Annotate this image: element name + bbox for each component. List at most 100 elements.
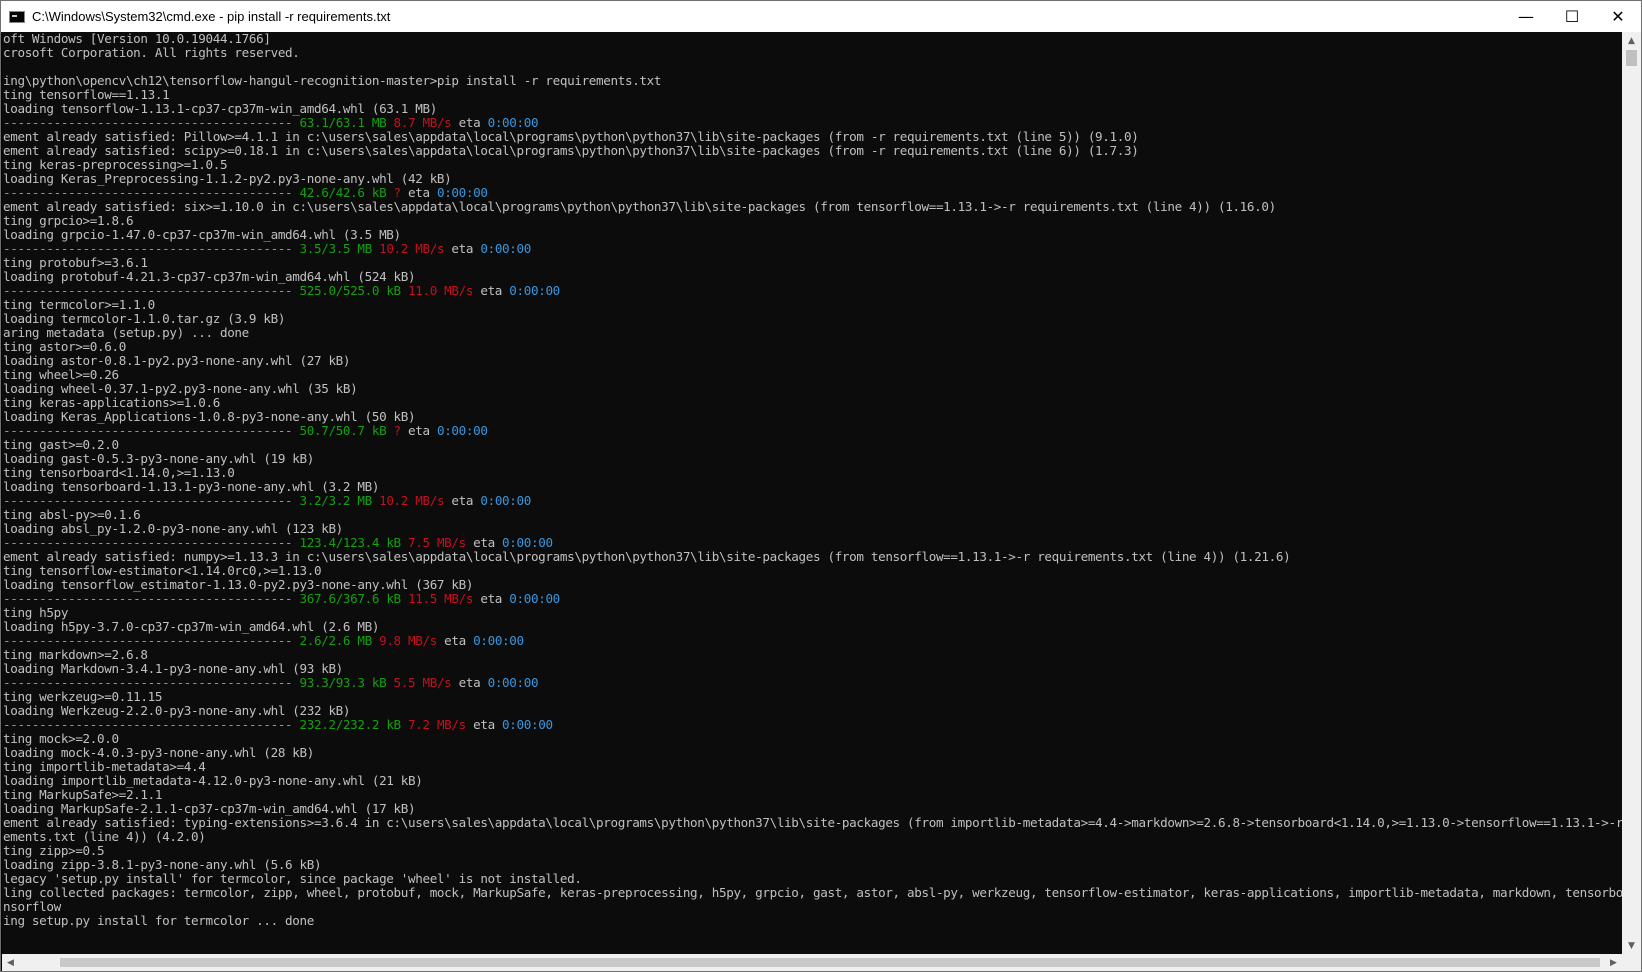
console-line: ting absl-py>=0.1.6: [2, 508, 1622, 522]
console-text: ement already satisfied: six>=1.10.0 in …: [3, 199, 1276, 214]
console-line: ement already satisfied: six>=1.10.0 in …: [2, 200, 1622, 214]
console-text: eta: [444, 241, 481, 256]
console-line: ting astor>=0.6.0: [2, 340, 1622, 354]
console-line: aring metadata (setup.py) ... done: [2, 326, 1622, 340]
console-line: ting zipp>=0.5: [2, 844, 1622, 858]
console-text: aring metadata (setup.py) ... done: [3, 325, 249, 340]
console-text: ting wheel>=0.26: [3, 367, 119, 382]
scroll-right-arrow-icon[interactable]: ▶: [1605, 954, 1622, 971]
console-text: ting grpcio>=1.8.6: [3, 213, 134, 228]
progress-bar: ----------------------------------------: [3, 591, 293, 606]
cmd-window: C:\Windows\System32\cmd.exe - pip instal…: [0, 0, 1642, 972]
console-text: loading absl_py-1.2.0-py3-none-any.whl (…: [3, 521, 343, 536]
console-line: ement already satisfied: numpy>=1.13.3 i…: [2, 550, 1622, 564]
window-title: C:\Windows\System32\cmd.exe - pip instal…: [32, 9, 391, 24]
console-line: ting wheel>=0.26: [2, 368, 1622, 382]
console-text: loading astor-0.8.1-py2.py3-none-any.whl…: [3, 353, 351, 368]
progress-bar: ----------------------------------------: [3, 283, 293, 298]
console-line: ting keras-preprocessing>=1.0.5: [2, 158, 1622, 172]
scrollbar-corner: [1622, 954, 1641, 971]
console-text: loading tensorboard-1.13.1-py3-none-any.…: [3, 479, 380, 494]
horizontal-scroll-thumb[interactable]: [60, 958, 1600, 967]
title-bar[interactable]: C:\Windows\System32\cmd.exe - pip instal…: [1, 1, 1641, 32]
console-text: ement already satisfied: typing-extensio…: [3, 815, 1622, 830]
console-text: ting absl-py>=0.1.6: [3, 507, 141, 522]
console-line: loading termcolor-1.1.0.tar.gz (3.9 kB): [2, 312, 1622, 326]
console-line: ting protobuf>=3.6.1: [2, 256, 1622, 270]
console-line: ement already satisfied: Pillow>=4.1.1 i…: [2, 130, 1622, 144]
scroll-up-arrow-icon[interactable]: ▲: [1622, 32, 1641, 49]
console-text: eta: [451, 675, 488, 690]
console-text: 0:00:00: [487, 115, 539, 130]
console-line: ----------------------------------------…: [2, 116, 1622, 130]
console-text: loading wheel-0.37.1-py2.py3-none-any.wh…: [3, 381, 358, 396]
vertical-scrollbar[interactable]: ▲ ▼: [1622, 32, 1641, 954]
console-text: ing\python\opencv\ch12\tensorflow-hangul…: [3, 73, 662, 88]
console-line: loading h5py-3.7.0-cp37-cp37m-win_amd64.…: [2, 620, 1622, 634]
progress-bar: ----------------------------------------: [3, 185, 293, 200]
console-text: ?: [386, 423, 402, 438]
console-text: 0:00:00: [480, 493, 531, 508]
console-text: ements.txt (line 4)) (4.2.0): [3, 829, 206, 844]
progress-bar: ----------------------------------------: [3, 717, 293, 732]
console-text: eta: [400, 423, 437, 438]
console-text: 0:00:00: [436, 423, 488, 438]
progress-bar: ----------------------------------------: [3, 675, 293, 690]
scroll-down-arrow-icon[interactable]: ▼: [1622, 937, 1641, 954]
console-text: 5.5 MB/s: [386, 675, 452, 690]
minimize-button[interactable]: —: [1503, 1, 1549, 32]
console-text: loading Keras_Preprocessing-1.1.2-py2.py…: [3, 171, 452, 186]
maximize-icon: ☐: [1564, 7, 1580, 26]
console-text: 50.7/50.7 kB: [292, 423, 387, 438]
progress-bar: ----------------------------------------: [3, 535, 293, 550]
maximize-button[interactable]: ☐: [1549, 1, 1595, 32]
console-text: loading h5py-3.7.0-cp37-cp37m-win_amd64.…: [3, 619, 380, 634]
console-line: ting grpcio>=1.8.6: [2, 214, 1622, 228]
console-text: legacy 'setup.py install' for termcolor,…: [3, 871, 582, 886]
console-text: crosoft Corporation. All rights reserved…: [3, 45, 300, 60]
console-text: eta: [436, 633, 474, 648]
console-text: loading zipp-3.8.1-py3-none-any.whl (5.6…: [3, 857, 322, 872]
console-text: eta: [451, 115, 488, 130]
console-text: ting zipp>=0.5: [3, 843, 105, 858]
console-line: ----------------------------------------…: [2, 424, 1622, 438]
console-line: ----------------------------------------…: [2, 242, 1622, 256]
scroll-left-arrow-icon[interactable]: ◀: [2, 954, 19, 971]
console-text: ting h5py: [3, 605, 69, 620]
console-output[interactable]: oft Windows [Version 10.0.19044.1766] cro…: [2, 32, 1622, 954]
close-button[interactable]: ✕: [1595, 1, 1641, 32]
console-text: 0:00:00: [487, 675, 539, 690]
console-text: loading termcolor-1.1.0.tar.gz (3.9 kB): [3, 311, 286, 326]
console-text: ting tensorflow-estimator<1.14.0rc0,>=1.…: [3, 563, 322, 578]
console-text: 10.2 MB/s: [371, 493, 445, 508]
console-line: legacy 'setup.py install' for termcolor,…: [2, 872, 1622, 886]
console-text: ement already satisfied: Pillow>=4.1.1 i…: [3, 129, 1139, 144]
window-controls: — ☐ ✕: [1503, 1, 1641, 32]
console-line: ----------------------------------------…: [2, 634, 1622, 648]
console-text: 7.2 MB/s: [400, 717, 466, 732]
console-text: 0:00:00: [502, 535, 553, 550]
console-line: ing\python\opencv\ch12\tensorflow-hangul…: [2, 74, 1622, 88]
progress-bar: ----------------------------------------: [3, 633, 293, 648]
console-text: 63.1/63.1 MB: [292, 115, 387, 130]
console-text: ting importlib-metadata>=4.4: [3, 759, 206, 774]
console-line: loading tensorflow_estimator-1.13.0-py2.…: [2, 578, 1622, 592]
console-line: ting importlib-metadata>=4.4: [2, 760, 1622, 774]
console-text: 3.5/3.5 MB: [292, 241, 373, 256]
console-line: loading Werkzeug-2.2.0-py3-none-any.whl …: [2, 704, 1622, 718]
console-line: nsorflow: [2, 900, 1622, 914]
console-text: ting markdown>=2.6.8: [3, 647, 148, 662]
console-line: loading Keras_Preprocessing-1.1.2-py2.py…: [2, 172, 1622, 186]
console-line: ----------------------------------------…: [2, 718, 1622, 732]
horizontal-scrollbar[interactable]: ◀ ▶: [2, 954, 1622, 971]
console-text: 8.7 MB/s: [386, 115, 452, 130]
vertical-scroll-thumb[interactable]: [1626, 50, 1637, 66]
cmd-app-icon[interactable]: [9, 10, 25, 23]
console-text: ting tensorflow==1.13.1: [3, 87, 170, 102]
console-text: ting MarkupSafe>=2.1.1: [3, 787, 163, 802]
console-line: ting keras-applications>=1.0.6: [2, 396, 1622, 410]
console-text: 367.6/367.6 kB: [292, 591, 402, 606]
console-line: ----------------------------------------…: [2, 592, 1622, 606]
console-text: eta: [400, 185, 437, 200]
